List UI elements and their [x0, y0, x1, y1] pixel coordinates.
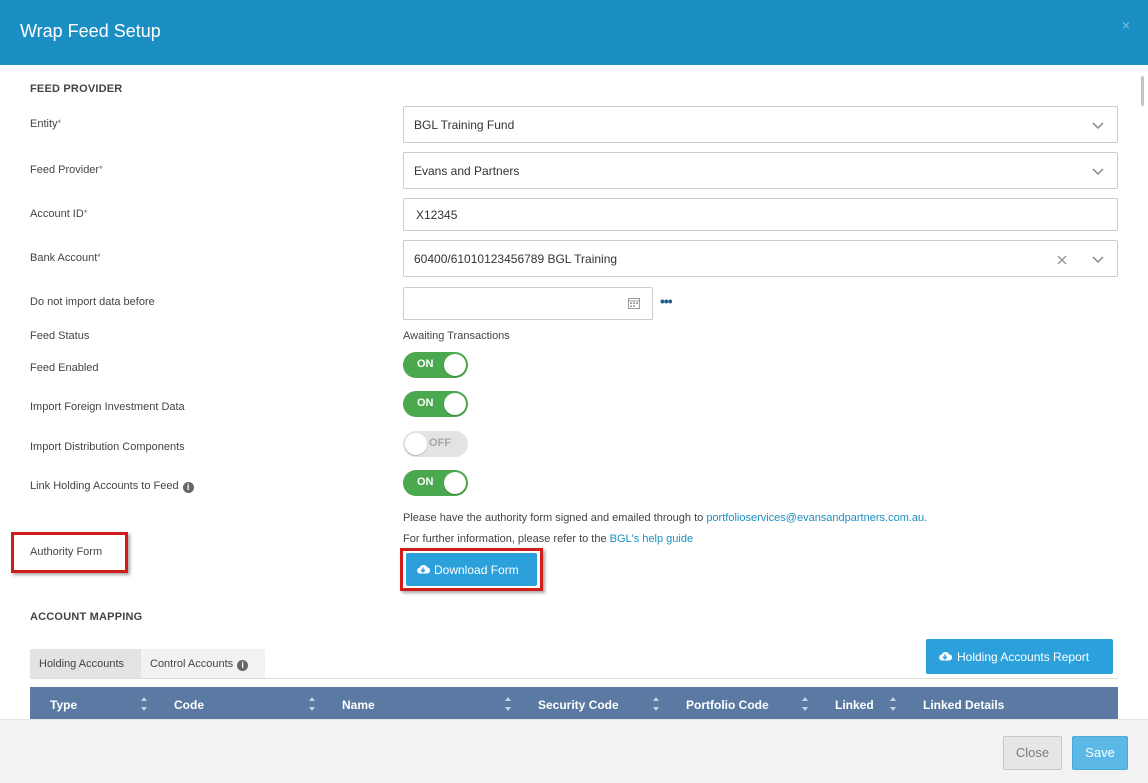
import-foreign-toggle[interactable]: ON	[403, 391, 468, 417]
toggle-knob	[444, 393, 466, 415]
bank-account-label: Bank Account*	[30, 252, 101, 264]
holding-accounts-report-button[interactable]: Holding Accounts Report	[926, 639, 1113, 674]
close-icon[interactable]: ×	[1122, 17, 1130, 33]
column-code[interactable]: Code	[174, 698, 204, 712]
feed-provider-section-title: FEED PROVIDER	[30, 83, 123, 95]
entity-select[interactable]: BGL Training Fund	[403, 106, 1118, 143]
cloud-download-icon	[939, 652, 952, 661]
account-id-label: Account ID*	[30, 208, 88, 220]
cloud-download-icon	[417, 565, 430, 574]
required-mark: *	[57, 118, 62, 128]
account-id-input[interactable]: X12345	[403, 198, 1118, 231]
scrollbar[interactable]	[1138, 65, 1148, 719]
email-link[interactable]: portfolioservices@evansandpartners.com.a…	[706, 512, 924, 524]
bank-account-value: 60400/61010123456789 BGL Training	[414, 252, 618, 266]
holding-accounts-report-label: Holding Accounts Report	[957, 650, 1090, 664]
dialog-header: Wrap Feed Setup ×	[0, 0, 1148, 65]
dialog-title: Wrap Feed Setup	[20, 21, 161, 41]
column-type[interactable]: Type	[50, 698, 77, 712]
entity-label: Entity*	[30, 118, 62, 130]
required-mark: *	[83, 208, 88, 218]
tab-holding-accounts[interactable]: Holding Accounts	[30, 649, 141, 679]
save-button[interactable]: Save	[1072, 736, 1128, 770]
chevron-down-icon[interactable]	[1091, 164, 1105, 178]
download-form-button[interactable]: Download Form	[406, 553, 537, 586]
dialog-body: FEED PROVIDER Entity* BGL Training Fund …	[0, 65, 1148, 719]
sort-icon[interactable]	[504, 695, 512, 713]
entity-value: BGL Training Fund	[414, 118, 515, 132]
account-id-value: X12345	[416, 208, 458, 222]
column-linked[interactable]: Linked	[835, 698, 874, 712]
chevron-down-icon[interactable]	[1091, 118, 1105, 132]
import-foreign-label: Import Foreign Investment Data	[30, 401, 185, 413]
authority-instructions: Please have the authority form signed an…	[403, 512, 928, 524]
toggle-knob	[444, 354, 466, 376]
column-linked-details[interactable]: Linked Details	[923, 698, 1004, 712]
info-icon[interactable]: i	[182, 482, 194, 493]
do-not-import-label: Do not import data before	[30, 296, 155, 308]
scrollbar-thumb[interactable]	[1141, 76, 1144, 106]
toggle-state: OFF	[429, 437, 451, 449]
feed-enabled-label: Feed Enabled	[30, 362, 99, 374]
do-not-import-date-input[interactable]	[403, 287, 653, 320]
download-form-label: Download Form	[434, 563, 519, 577]
chevron-down-icon[interactable]	[1091, 252, 1105, 266]
help-guide-link[interactable]: BGL's help guide	[610, 533, 693, 545]
link-holding-toggle[interactable]: ON	[403, 470, 468, 496]
clear-icon[interactable]	[1056, 254, 1068, 266]
close-button[interactable]: Close	[1003, 736, 1062, 770]
more-icon[interactable]: •••	[660, 293, 673, 309]
required-mark: *	[97, 252, 101, 262]
feed-enabled-toggle[interactable]: ON	[403, 352, 468, 378]
required-mark: *	[99, 164, 103, 174]
sort-icon[interactable]	[140, 695, 148, 713]
feed-provider-select[interactable]: Evans and Partners	[403, 152, 1118, 189]
bank-account-select[interactable]: 60400/61010123456789 BGL Training	[403, 240, 1118, 277]
calendar-icon[interactable]	[628, 297, 640, 309]
mapping-table-header: Type Code Name Security Code Portfolio C…	[30, 687, 1118, 719]
sort-icon[interactable]	[889, 695, 897, 713]
import-distribution-label: Import Distribution Components	[30, 441, 185, 453]
dialog-footer: Close Save	[0, 719, 1148, 783]
account-mapping-section-title: ACCOUNT MAPPING	[30, 611, 143, 623]
tabs-divider	[30, 678, 1118, 679]
toggle-knob	[405, 433, 427, 455]
sort-icon[interactable]	[801, 695, 809, 713]
feed-status-value: Awaiting Transactions	[403, 330, 510, 342]
info-icon[interactable]: i	[237, 660, 249, 671]
feed-status-label: Feed Status	[30, 330, 90, 342]
column-security-code[interactable]: Security Code	[538, 698, 619, 712]
feed-provider-value: Evans and Partners	[414, 164, 520, 178]
toggle-state: ON	[417, 397, 434, 409]
toggle-state: ON	[417, 476, 434, 488]
toggle-state: ON	[417, 358, 434, 370]
column-name[interactable]: Name	[342, 698, 375, 712]
tab-control-accounts[interactable]: Control Accounts i	[141, 649, 265, 679]
sort-icon[interactable]	[652, 695, 660, 713]
toggle-knob	[444, 472, 466, 494]
column-portfolio-code[interactable]: Portfolio Code	[686, 698, 769, 712]
feed-provider-label: Feed Provider*	[30, 164, 103, 176]
authority-form-label: Authority Form	[30, 546, 103, 558]
import-distribution-toggle[interactable]: OFF	[403, 431, 468, 457]
sort-icon[interactable]	[308, 695, 316, 713]
authority-help-text: For further information, please refer to…	[403, 533, 694, 545]
link-holding-label: Link Holding Accounts to Feed i	[30, 480, 194, 493]
